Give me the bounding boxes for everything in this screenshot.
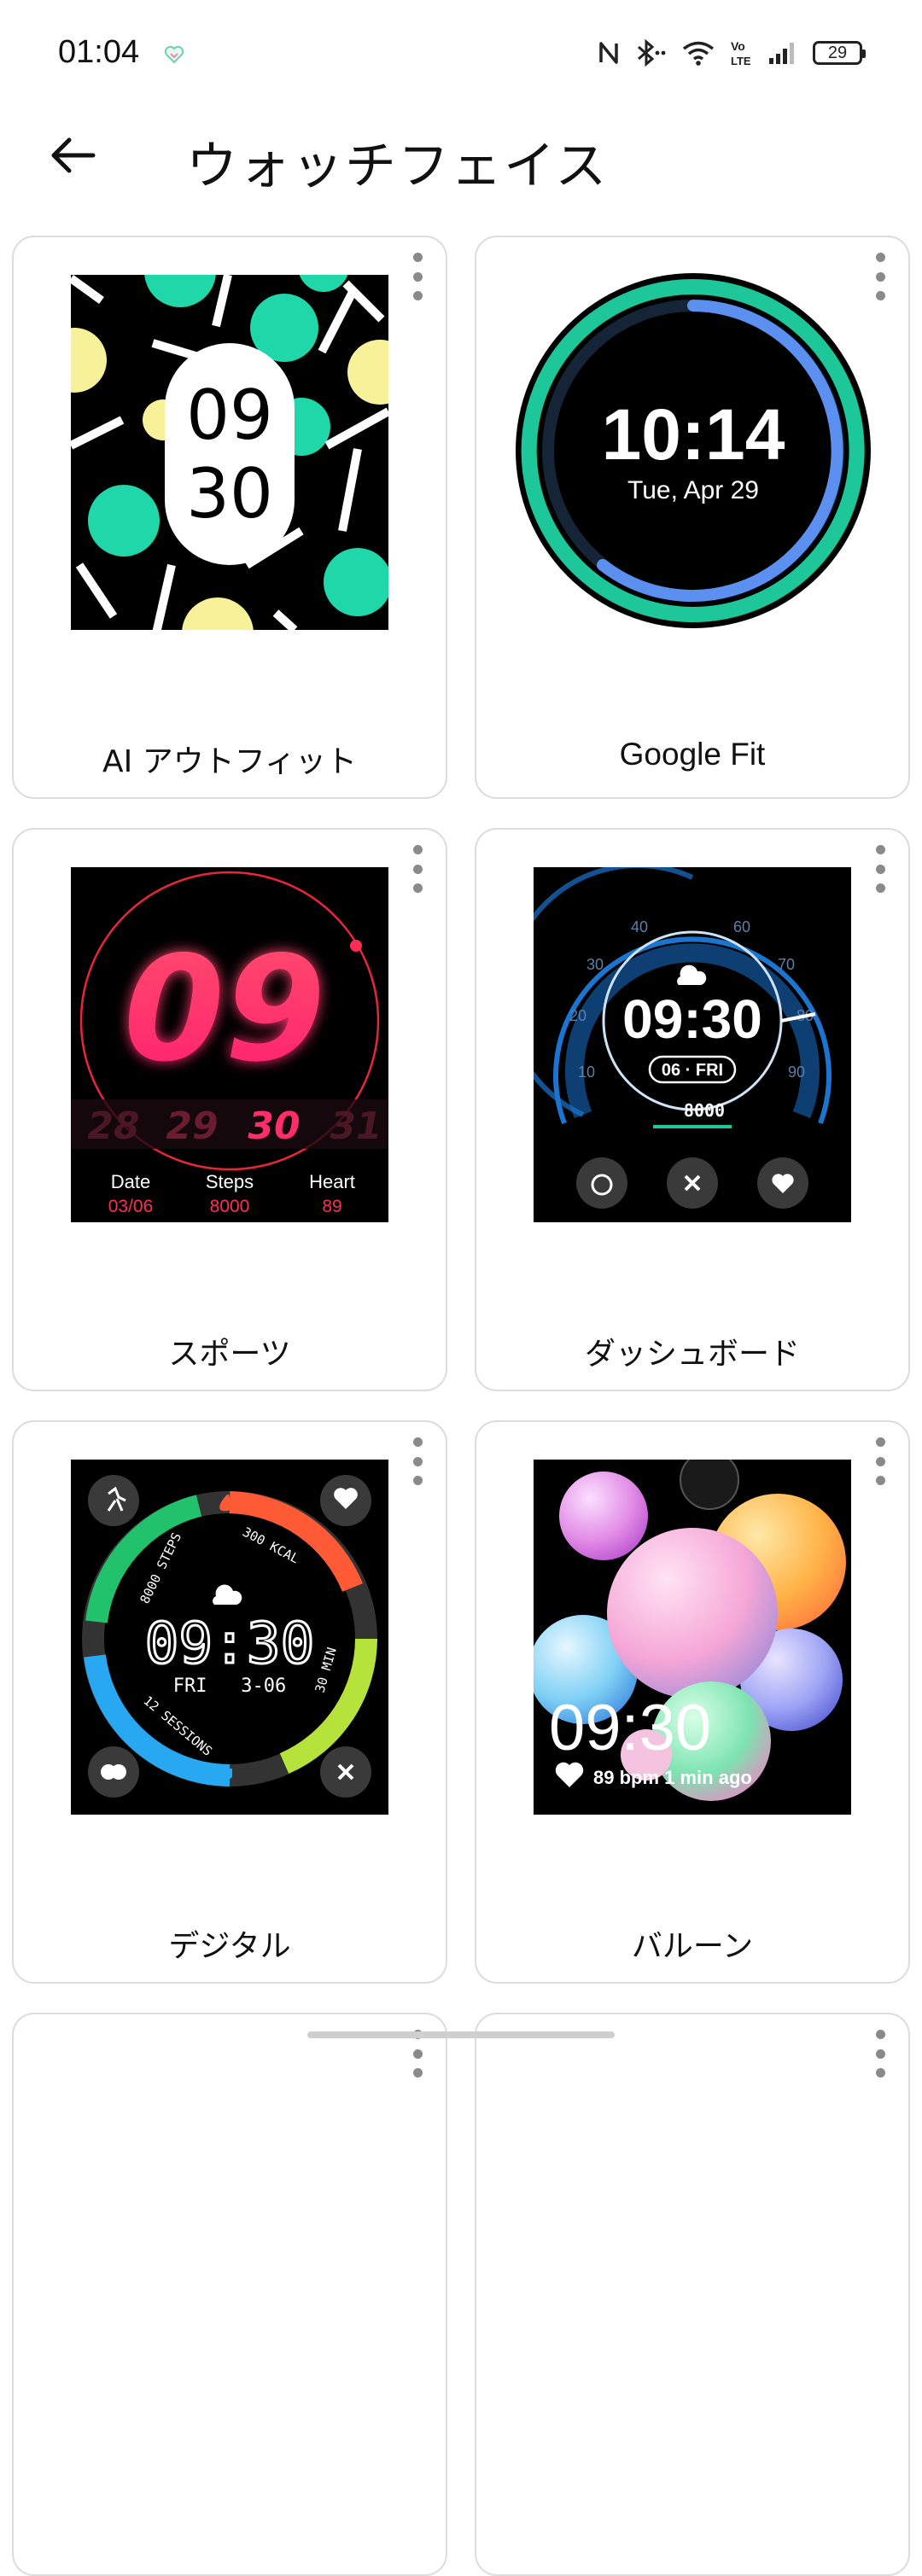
more-options-button[interactable] <box>405 253 430 300</box>
sports-date-30: 30 <box>248 1104 300 1148</box>
watch-face-card-balloon[interactable]: 09:30 89 bpm 1 min ago バルーン <box>475 1420 910 1984</box>
google-fit-artwork: 10:14 Tue, Apr 29 <box>516 273 871 628</box>
battery-level: 29 <box>827 43 848 62</box>
watch-face-name: ダッシュボード <box>584 1337 800 1372</box>
more-options-button[interactable] <box>405 845 430 893</box>
svg-text:Vo: Vo <box>731 39 745 53</box>
sports-stat-heart-value: 89 <box>322 1197 341 1216</box>
watch-face-preview: 10:14 Tue, Apr 29 <box>514 271 872 630</box>
dashboard-artwork: 10 20 30 40 60 70 80 90 09:30 06 · FRI 8… <box>534 867 851 1222</box>
sports-stat-steps-label: Steps <box>206 1171 254 1192</box>
ai-outfit-hour: 09 <box>186 376 273 455</box>
wifi-icon <box>682 41 715 66</box>
watch-face-name: AI アウトフィット <box>102 744 357 779</box>
dash-tick-30: 30 <box>586 956 604 973</box>
dash-tick-60: 60 <box>733 918 750 935</box>
watch-face-preview: 10 20 30 40 60 70 80 90 09:30 06 · FRI 8… <box>534 867 851 1222</box>
status-time: 01:04 <box>58 34 140 70</box>
cellular-signal-icon <box>769 43 794 64</box>
home-indicator[interactable] <box>307 2031 615 2038</box>
google-fit-time: 10:14 <box>602 394 785 475</box>
digital-artwork: 8000 STEPS 300 KCAL 30 MIN 12 SESSIONS 0… <box>71 1460 388 1815</box>
dash-tick-70: 70 <box>778 956 795 973</box>
dashboard-steps: 8000 <box>684 1100 725 1121</box>
sports-date-28: 28 <box>87 1104 139 1148</box>
ai-outfit-artwork: 09 30 <box>71 275 388 630</box>
watch-face-card-google-fit[interactable]: 10:14 Tue, Apr 29 Google Fit <box>475 236 910 799</box>
watch-face-card-sports[interactable]: 09 28 29 30 31 Date 03/06 Steps 8000 Hea… <box>12 828 447 1391</box>
more-options-button[interactable] <box>867 1437 893 1485</box>
balloon-time: 09:30 <box>549 1692 711 1764</box>
sports-date-31: 31 <box>330 1104 382 1148</box>
balloon-heart-rate: 89 bpm 1 min ago <box>593 1767 752 1788</box>
watch-face-preview: 8000 STEPS 300 KCAL 30 MIN 12 SESSIONS 0… <box>71 1460 388 1815</box>
more-options-button[interactable] <box>867 845 893 893</box>
watch-face-preview: 09:30 89 bpm 1 min ago <box>534 1460 851 1815</box>
watch-face-name: バルーン <box>631 1929 754 1964</box>
balloon-artwork: 09:30 89 bpm 1 min ago <box>534 1460 851 1815</box>
watch-face-name: デジタル <box>168 1929 291 1964</box>
back-button[interactable] <box>34 121 111 189</box>
volte-icon: Vo LTE <box>731 39 751 67</box>
page-title: ウォッチフェイス <box>186 137 609 196</box>
dash-tick-90: 90 <box>788 1064 805 1081</box>
digital-time: 09:30 <box>145 1611 315 1676</box>
battery-indicator: 29 <box>813 41 866 65</box>
dashboard-time: 09:30 <box>622 988 762 1050</box>
status-bar: 01:04 Vo LTE 29 <box>0 0 922 111</box>
google-fit-date: Tue, Apr 29 <box>627 476 759 504</box>
bluetooth-icon <box>638 39 666 67</box>
sports-date-29: 29 <box>166 1104 218 1148</box>
watch-face-name: Google Fit <box>619 737 766 772</box>
sports-stat-steps-value: 8000 <box>210 1197 250 1216</box>
sports-artwork: 09 28 29 30 31 Date 03/06 Steps 8000 Hea… <box>71 867 388 1222</box>
app-bar: ウォッチフェイス <box>0 111 922 196</box>
sports-big-hour: 09 <box>124 925 326 1094</box>
more-options-button[interactable] <box>867 2030 893 2078</box>
sports-stat-date-label: Date <box>111 1171 150 1192</box>
watch-face-card-dashboard[interactable]: 10 20 30 40 60 70 80 90 09:30 06 · FRI 8… <box>475 828 910 1391</box>
dash-tick-40: 40 <box>631 918 648 935</box>
dash-tick-10: 10 <box>578 1064 595 1081</box>
dash-tick-20: 20 <box>569 1007 586 1024</box>
status-icons: Vo LTE 29 <box>598 38 866 67</box>
sports-stat-date-value: 03/06 <box>108 1197 154 1216</box>
watch-face-card-digital[interactable]: 8000 STEPS 300 KCAL 30 MIN 12 SESSIONS 0… <box>12 1420 447 1984</box>
sports-stat-heart-label: Heart <box>309 1171 355 1192</box>
watch-face-card-partial[interactable] <box>12 2013 447 2576</box>
ai-outfit-minute: 30 <box>186 454 273 533</box>
digital-date: FRI 3-06 <box>173 1676 286 1697</box>
watch-face-name: スポーツ <box>168 1337 291 1372</box>
watch-face-preview: 09 30 <box>71 275 388 630</box>
more-options-button[interactable] <box>405 1437 430 1485</box>
watch-face-card-ai-outfit[interactable]: 09 30 AI アウトフィット <box>12 236 447 799</box>
arrow-back-icon <box>51 137 96 173</box>
svg-text:LTE: LTE <box>731 55 751 67</box>
dashboard-date: 06 · FRI <box>662 1061 723 1080</box>
watch-face-card-partial[interactable] <box>475 2013 910 2576</box>
nfc-icon <box>599 42 618 64</box>
watch-face-preview: 09 28 29 30 31 Date 03/06 Steps 8000 Hea… <box>71 867 388 1222</box>
health-heart-icon <box>164 45 184 64</box>
